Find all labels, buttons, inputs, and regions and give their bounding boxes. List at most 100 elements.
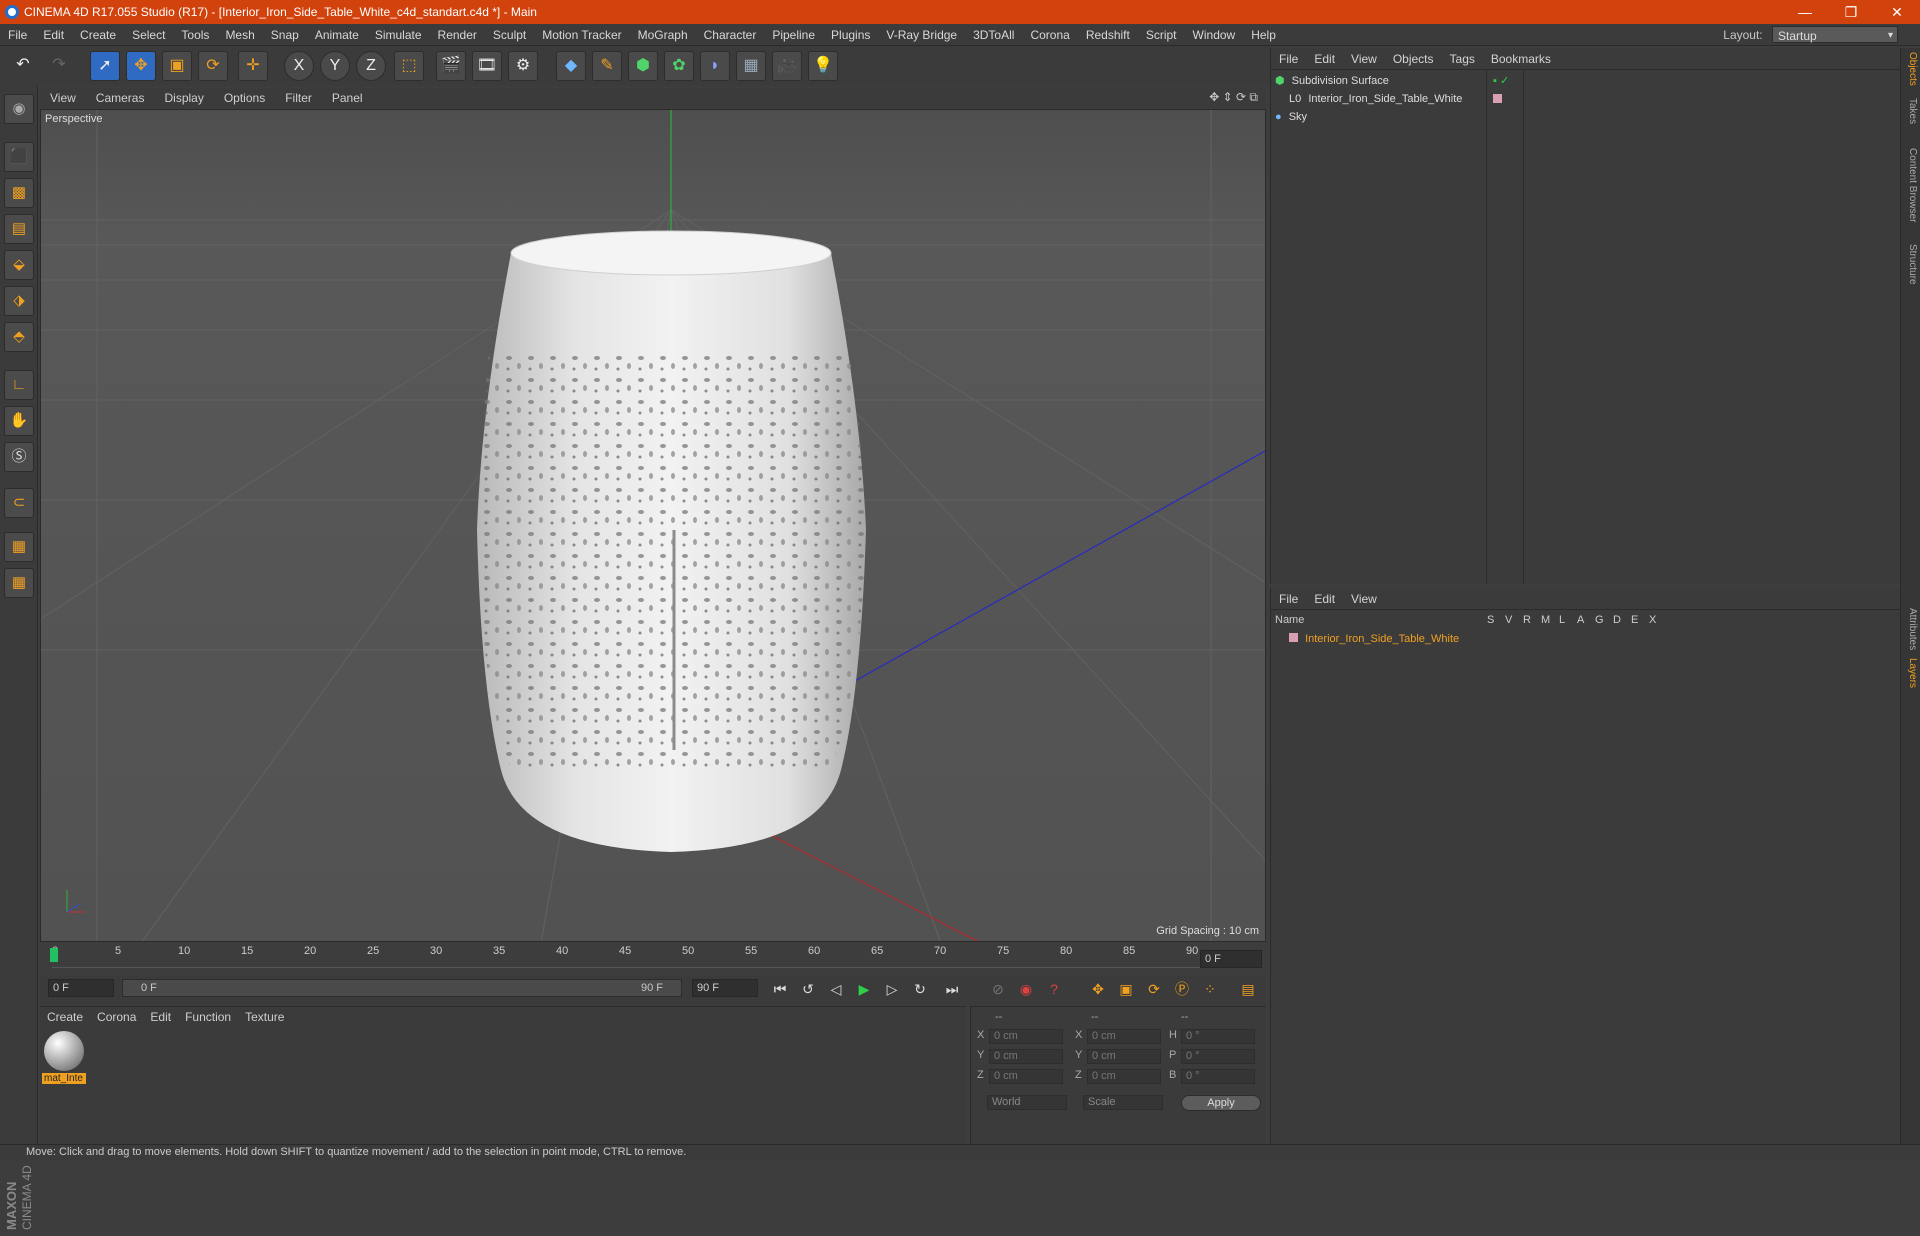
material-menu-texture[interactable]: Texture xyxy=(238,1007,291,1027)
right-tab-objects[interactable]: Objects xyxy=(1904,52,1918,86)
select-icon[interactable]: ➚ xyxy=(90,51,120,81)
right-tab-content-browser[interactable]: Content Browser xyxy=(1904,148,1918,222)
current-frame-field[interactable]: 0 F xyxy=(1200,950,1262,968)
goto-end-icon[interactable]: ⏭ xyxy=(940,978,964,1002)
start-frame-field[interactable]: 0 F xyxy=(48,979,114,997)
object-row-table[interactable]: L0 Interior_Iron_Side_Table_White xyxy=(1275,90,1895,108)
menu-create[interactable]: Create xyxy=(72,24,124,46)
polygons-mode-icon[interactable]: ⬘ xyxy=(4,322,34,352)
layer-col-a[interactable]: A xyxy=(1577,614,1584,626)
scale-icon[interactable]: ▣ xyxy=(162,51,192,81)
minimize-button[interactable]: — xyxy=(1782,0,1828,24)
layer-col-d[interactable]: D xyxy=(1613,614,1621,626)
viewport-nav-icons[interactable]: ✥ ⇕ ⟳ ⧉ xyxy=(1209,90,1258,105)
points-mode-icon[interactable]: ⬙ xyxy=(4,250,34,280)
layer-col-v[interactable]: V xyxy=(1505,614,1512,626)
menu-mesh[interactable]: Mesh xyxy=(217,24,262,46)
viewport-menu-options[interactable]: Options xyxy=(214,88,275,108)
redo-icon[interactable]: ↷ xyxy=(44,51,74,81)
viewport-menu-cameras[interactable]: Cameras xyxy=(86,88,155,108)
axis-icon[interactable]: ∟ xyxy=(4,370,34,400)
menu-corona[interactable]: Corona xyxy=(1022,24,1077,46)
lock-workplane-icon[interactable]: ▦ xyxy=(4,532,34,562)
material-menu-function[interactable]: Function xyxy=(178,1007,238,1027)
layout-dropdown[interactable]: Startup xyxy=(1772,26,1898,45)
menu-file[interactable]: File xyxy=(0,24,35,46)
layer-menu-view[interactable]: View xyxy=(1343,588,1385,610)
coord-value-field[interactable]: 0 ° xyxy=(1181,1029,1255,1044)
viewport-menu-filter[interactable]: Filter xyxy=(275,88,322,108)
right-tab-takes[interactable]: Takes xyxy=(1904,98,1918,124)
step-forward-icon[interactable]: ▷ xyxy=(880,978,904,1002)
y-axis-icon[interactable]: Y xyxy=(320,51,350,81)
rotate-icon[interactable]: ⟳ xyxy=(198,51,228,81)
layer-col-x[interactable]: X xyxy=(1649,614,1656,626)
menu-3dtoall[interactable]: 3DToAll xyxy=(965,24,1022,46)
subdivision-icon[interactable]: ⬢ xyxy=(628,51,658,81)
layer-col-e[interactable]: E xyxy=(1631,614,1638,626)
layer-col-m[interactable]: M xyxy=(1541,614,1550,626)
scale-dropdown[interactable]: Scale xyxy=(1083,1095,1163,1110)
coord-value-field[interactable]: 0 cm xyxy=(1087,1029,1161,1044)
material-menu-corona[interactable]: Corona xyxy=(90,1007,143,1027)
play-icon[interactable]: ▶ xyxy=(852,978,876,1002)
prev-key-icon[interactable]: ↺ xyxy=(796,978,820,1002)
menu-plugins[interactable]: Plugins xyxy=(823,24,878,46)
next-key-icon[interactable]: ↻ xyxy=(908,978,932,1002)
object-menu-view[interactable]: View xyxy=(1343,48,1385,70)
timeline-ruler[interactable]: 051015202530354045505560657075808590 0 F xyxy=(40,944,1266,972)
material-swatch[interactable]: mat_Inte xyxy=(42,1029,86,1087)
menu-script[interactable]: Script xyxy=(1138,24,1185,46)
menu-window[interactable]: Window xyxy=(1185,24,1244,46)
coord-value-field[interactable]: 0 cm xyxy=(1087,1069,1161,1084)
menu-redshift[interactable]: Redshift xyxy=(1078,24,1138,46)
object-menu-objects[interactable]: Objects xyxy=(1385,48,1442,70)
cube-icon[interactable]: ◆ xyxy=(556,51,586,81)
range-slider[interactable]: 0 F 90 F xyxy=(122,979,682,997)
coord-value-field[interactable]: 0 cm xyxy=(989,1029,1063,1044)
floor-icon[interactable]: ▦ xyxy=(736,51,766,81)
key-param-icon[interactable]: Ⓟ xyxy=(1170,978,1194,1002)
magnet-icon[interactable]: ⊂ xyxy=(4,488,34,518)
light-icon[interactable]: 💡 xyxy=(808,51,838,81)
end-frame-field[interactable]: 90 F xyxy=(692,979,758,997)
playhead[interactable] xyxy=(50,948,58,962)
right-tab-attributes[interactable]: Attributes xyxy=(1904,608,1918,650)
object-row-subdivision[interactable]: ⬢ Subdivision Surface ▪ ✓ xyxy=(1275,72,1895,90)
cloner-icon[interactable]: ✿ xyxy=(664,51,694,81)
key-points-icon[interactable]: ⁘ xyxy=(1198,978,1222,1002)
layer-col-r[interactable]: R xyxy=(1523,614,1531,626)
object-menu-edit[interactable]: Edit xyxy=(1306,48,1343,70)
menu-simulate[interactable]: Simulate xyxy=(367,24,430,46)
layer-col-g[interactable]: G xyxy=(1595,614,1604,626)
timeline-window-icon[interactable]: ▤ xyxy=(1236,978,1260,1002)
coord-value-field[interactable]: 0 cm xyxy=(989,1049,1063,1064)
texture-mode-icon[interactable]: ▩ xyxy=(4,178,34,208)
model-mode-icon[interactable]: ⬛ xyxy=(4,142,34,172)
key-rotation-icon[interactable]: ⟳ xyxy=(1142,978,1166,1002)
camera-icon[interactable]: 🎥 xyxy=(772,51,802,81)
material-menu-edit[interactable]: Edit xyxy=(143,1007,178,1027)
grid-snap-icon[interactable]: ▦ xyxy=(4,568,34,598)
right-tab-layers[interactable]: Layers xyxy=(1904,658,1918,688)
layer-menu-file[interactable]: File xyxy=(1271,588,1306,610)
render-settings-icon[interactable]: ⚙ xyxy=(508,51,538,81)
menu-snap[interactable]: Snap xyxy=(263,24,307,46)
viewport-menu-panel[interactable]: Panel xyxy=(322,88,373,108)
viewport-menu-display[interactable]: Display xyxy=(154,88,213,108)
tweak-icon[interactable]: ✋ xyxy=(4,406,34,436)
menu-render[interactable]: Render xyxy=(430,24,485,46)
coord-value-field[interactable]: 0 cm xyxy=(1087,1049,1161,1064)
menu-select[interactable]: Select xyxy=(124,24,173,46)
close-button[interactable]: ✕ xyxy=(1874,0,1920,24)
z-axis-icon[interactable]: Z xyxy=(356,51,386,81)
layer-row[interactable]: Interior_Iron_Side_Table_White xyxy=(1275,630,1895,648)
menu-edit[interactable]: Edit xyxy=(35,24,72,46)
x-axis-icon[interactable]: X xyxy=(284,51,314,81)
restore-button[interactable]: ❐ xyxy=(1828,0,1874,24)
apply-button[interactable]: Apply xyxy=(1181,1095,1261,1111)
move-icon[interactable]: ✥ xyxy=(126,51,156,81)
undo-icon[interactable]: ↶ xyxy=(8,51,38,81)
object-menu-bookmarks[interactable]: Bookmarks xyxy=(1483,48,1559,70)
menu-motion-tracker[interactable]: Motion Tracker xyxy=(534,24,629,46)
